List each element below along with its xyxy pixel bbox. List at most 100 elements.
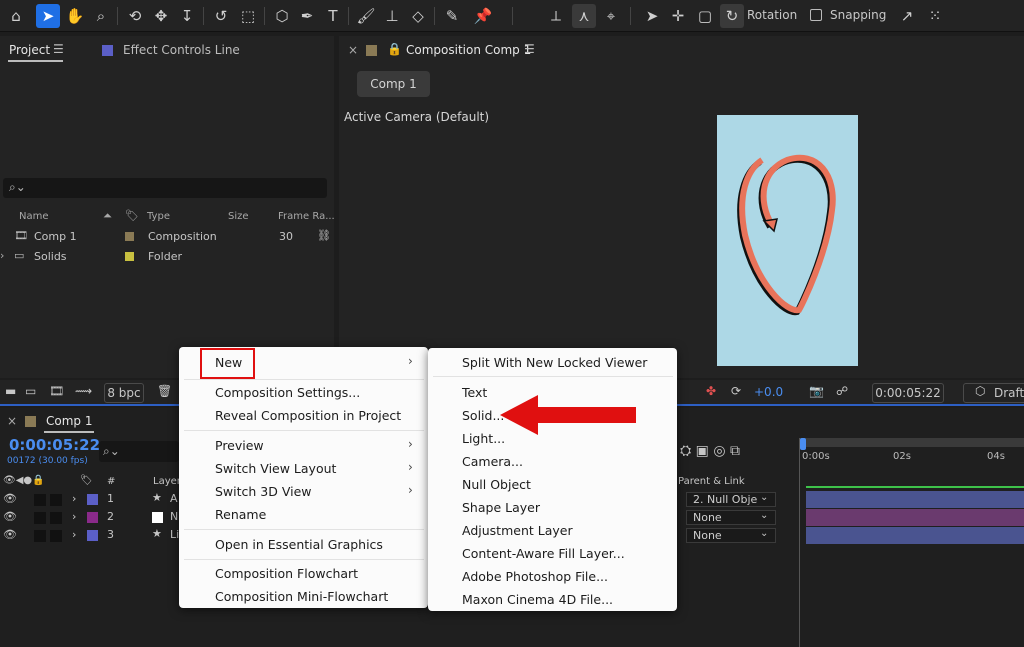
orbit-tool-icon[interactable]: ⟲: [123, 4, 147, 28]
close-icon[interactable]: ×: [7, 414, 17, 428]
snap-expand-icon[interactable]: ↗: [895, 4, 919, 28]
lock-icon[interactable]: 🔒: [387, 42, 402, 56]
snap-options-icon[interactable]: ⁙: [923, 4, 947, 28]
submenu-item-adjustment-layer[interactable]: Adjustment Layer: [462, 523, 573, 538]
draft-3d-button[interactable]: Draft: [963, 383, 1024, 403]
submenu-item-cinema-4d-file[interactable]: Maxon Cinema 4D File...: [462, 592, 613, 607]
column-layer-name[interactable]: Layer: [153, 476, 181, 487]
submenu-item-photoshop-file[interactable]: Adobe Photoshop File...: [462, 569, 608, 584]
layer-name[interactable]: N: [170, 510, 178, 523]
sort-up-icon[interactable]: ⏶: [103, 209, 112, 223]
hand-tool-icon[interactable]: ✋: [63, 4, 87, 28]
label-tag-icon[interactable]: 🏷: [125, 209, 139, 222]
project-item-name[interactable]: Solids: [34, 250, 67, 263]
type-tool-icon[interactable]: T: [321, 4, 345, 28]
show-snapshot-icon[interactable]: ☍: [836, 384, 848, 398]
roto-brush-tool-icon[interactable]: ✎: [440, 4, 464, 28]
menu-item-composition-flowchart[interactable]: Composition Flowchart: [215, 566, 358, 581]
submenu-item-null-object[interactable]: Null Object: [462, 477, 531, 492]
tab-timeline-comp[interactable]: Comp 1: [46, 414, 92, 428]
close-icon[interactable]: ×: [348, 43, 358, 57]
work-area-bar[interactable]: [799, 438, 1024, 447]
snapshot-icon[interactable]: 📷: [809, 384, 824, 398]
lock-box[interactable]: [50, 512, 62, 524]
lock-box[interactable]: [50, 530, 62, 542]
project-search-input[interactable]: ⌕⌄: [3, 178, 327, 198]
tab-composition[interactable]: Composition Comp 1: [406, 43, 531, 57]
interpret-icon[interactable]: ⟿: [75, 384, 92, 398]
chevron-right-icon[interactable]: ›: [0, 249, 4, 262]
trash-icon[interactable]: 🗑: [157, 384, 172, 398]
menu-item-rename[interactable]: Rename: [215, 507, 266, 522]
menu-item-switch-3d-view[interactable]: Switch 3D View: [215, 484, 312, 499]
timeline-search-input[interactable]: ⌕⌄: [99, 441, 179, 462]
gizmo-move-icon[interactable]: ✛: [666, 4, 690, 28]
comp-breadcrumb-chip[interactable]: Comp 1: [357, 71, 430, 97]
solo-box[interactable]: [34, 512, 46, 524]
solo-box[interactable]: [34, 530, 46, 542]
project-menu-icon[interactable]: ☰: [53, 42, 64, 56]
submenu-item-shape-layer[interactable]: Shape Layer: [462, 500, 540, 515]
exposure-value[interactable]: +0.0: [754, 385, 783, 399]
column-type[interactable]: Type: [147, 211, 170, 222]
layer-row[interactable]: 👁 › 2 N: [0, 509, 180, 526]
eye-icon[interactable]: 👁: [3, 510, 17, 523]
layer-row[interactable]: 👁 › 3 ★ Li: [0, 527, 180, 544]
brush-tool-icon[interactable]: 🖌: [354, 4, 378, 28]
layer-name[interactable]: Li: [170, 528, 179, 541]
menu-item-preview[interactable]: Preview: [215, 438, 264, 453]
submenu-item-text[interactable]: Text: [462, 385, 487, 400]
current-time-display[interactable]: 0:00:05:22: [872, 383, 944, 403]
layer-label-color[interactable]: [87, 494, 98, 505]
menu-item-composition-settings[interactable]: Composition Settings...: [215, 385, 360, 400]
eraser-tool-icon[interactable]: ◇: [406, 4, 430, 28]
layer-duration-bar[interactable]: [806, 527, 1024, 544]
chevron-right-icon[interactable]: ›: [72, 528, 76, 541]
column-size[interactable]: Size: [228, 211, 249, 222]
submenu-item-solid[interactable]: Solid...: [462, 408, 504, 423]
submenu-item-camera[interactable]: Camera...: [462, 454, 523, 469]
pan-tool-icon[interactable]: ✥: [149, 4, 173, 28]
puppet-tool-icon[interactable]: 📌: [471, 4, 495, 28]
layer-duration-bar[interactable]: [806, 509, 1024, 526]
eye-icon[interactable]: 👁: [3, 492, 17, 505]
rotate-tool-icon[interactable]: ↺: [209, 4, 233, 28]
reset-exposure-icon[interactable]: ⟳: [731, 384, 741, 398]
pen-tool-icon[interactable]: ✒: [295, 4, 319, 28]
zoom-tool-icon[interactable]: ⌕: [89, 4, 113, 28]
render-icon[interactable]: ▬: [5, 384, 16, 398]
menu-item-composition-mini-flowchart[interactable]: Composition Mini-Flowchart: [215, 589, 388, 604]
project-item-name[interactable]: Comp 1: [34, 230, 77, 243]
home-icon[interactable]: ⌂: [4, 4, 28, 28]
tab-project[interactable]: Project: [9, 43, 50, 57]
menu-item-open-essential-graphics[interactable]: Open in Essential Graphics: [215, 537, 383, 552]
layer-label-color[interactable]: [87, 512, 98, 523]
timeline-switches-icons[interactable]: ⛭ ▣ ◎ ⧉: [680, 443, 740, 459]
gizmo-rotate-icon[interactable]: ↻: [720, 4, 744, 28]
chevron-right-icon[interactable]: ›: [72, 510, 76, 523]
comp-menu-icon[interactable]: ☰: [524, 42, 535, 56]
gizmo-scale-icon[interactable]: ▢: [693, 4, 717, 28]
solo-box[interactable]: [34, 494, 46, 506]
selection-tool-icon[interactable]: ➤: [36, 4, 60, 28]
view-axis-icon[interactable]: ⌖: [599, 4, 623, 28]
snapping-checkbox[interactable]: [810, 9, 822, 21]
column-name[interactable]: Name: [19, 211, 49, 222]
menu-item-reveal-composition[interactable]: Reveal Composition in Project: [215, 408, 401, 423]
composition-canvas[interactable]: [717, 115, 858, 366]
shape-tool-icon[interactable]: ⬡: [270, 4, 294, 28]
local-axis-icon[interactable]: ⟂: [544, 4, 568, 28]
submenu-item-light[interactable]: Light...: [462, 431, 505, 446]
eye-icon[interactable]: 👁: [3, 528, 17, 541]
work-area-start-handle[interactable]: [800, 438, 806, 450]
tab-effect-controls[interactable]: Effect Controls Line: [123, 43, 240, 57]
folder-icon[interactable]: ▭: [25, 384, 36, 398]
clone-stamp-tool-icon[interactable]: ⊥: [380, 4, 404, 28]
layer-name[interactable]: A: [170, 492, 178, 505]
bit-depth-button[interactable]: 8 bpc: [104, 383, 144, 403]
pan-behind-tool-icon[interactable]: ⬚: [236, 4, 260, 28]
gizmo-select-icon[interactable]: ➤: [640, 4, 664, 28]
chevron-right-icon[interactable]: ›: [72, 492, 76, 505]
new-comp-icon[interactable]: 🎞: [49, 384, 64, 398]
lock-box[interactable]: [50, 494, 62, 506]
